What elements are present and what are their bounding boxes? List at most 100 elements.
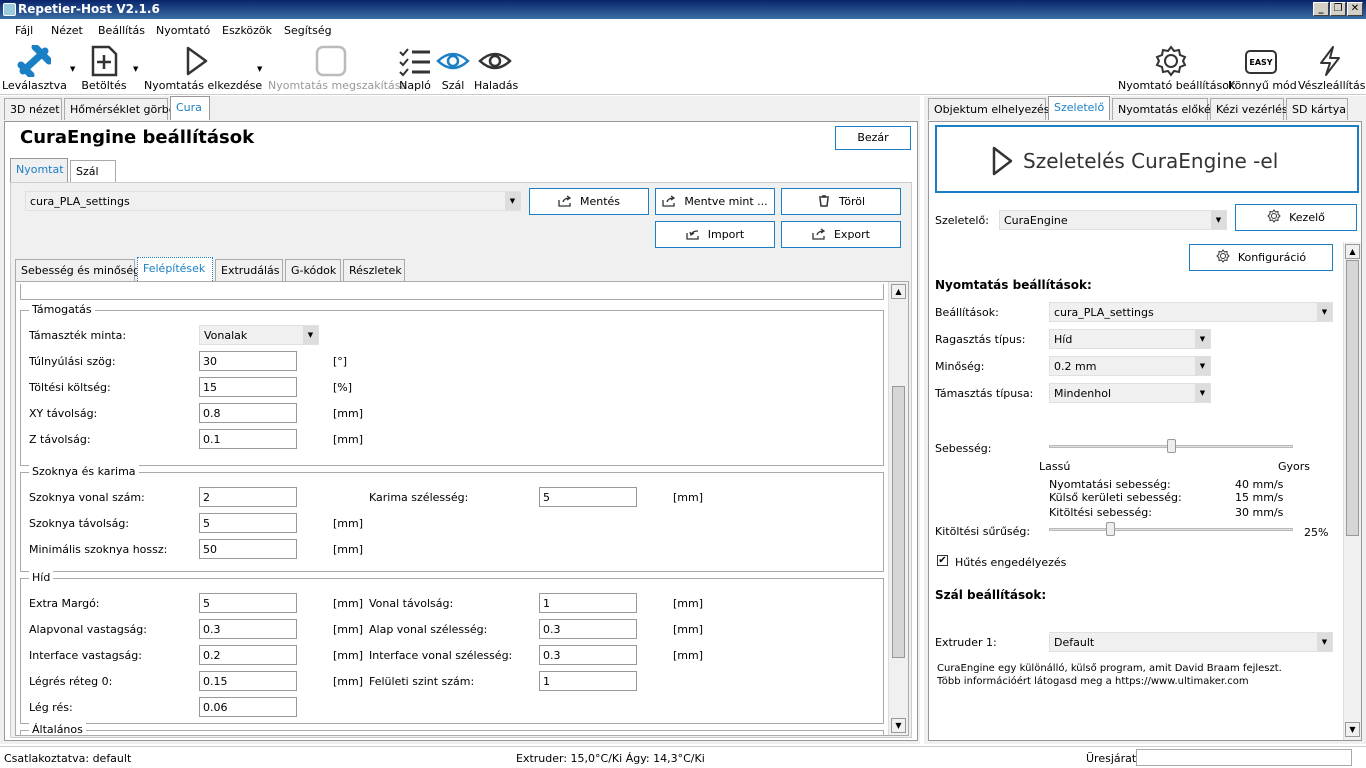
tab-filament[interactable]: Szál	[70, 160, 116, 182]
scroll-thumb[interactable]	[1346, 260, 1359, 536]
stop-print-button[interactable]: Nyomtatás megszakítása	[268, 43, 407, 95]
fill-cost-input[interactable]: 15	[199, 377, 297, 397]
outer-speed-label: Külső kerületi sebesség:	[1049, 491, 1182, 504]
airgap-layer-input[interactable]: 0.15	[199, 671, 297, 691]
menu-help[interactable]: Segítség	[284, 24, 332, 37]
tab-manual-control[interactable]: Kézi vezérlés	[1210, 98, 1288, 120]
checklist-icon	[399, 48, 430, 77]
slicer-scrollbar[interactable]: ▲ ▼	[1343, 242, 1361, 740]
skirt-lines-input[interactable]: 2	[199, 487, 297, 507]
sub-tab-strip: Nyomtat Szál	[10, 158, 910, 184]
tab-details[interactable]: Részletek	[343, 259, 405, 281]
settings-select[interactable]: cura_PLA_settings ▼	[1049, 302, 1333, 322]
disconnect-button[interactable]: Leválasztva	[2, 43, 67, 95]
support-pattern-select[interactable]: Vonalak ▼	[199, 325, 319, 345]
base-width-input[interactable]: 0.3	[539, 619, 637, 639]
air-gap-input[interactable]: 0.06	[199, 697, 297, 717]
easy-badge: EASY	[1249, 58, 1273, 67]
page-title: CuraEngine beállítások	[20, 127, 255, 148]
travel-view-button[interactable]: Haladás	[474, 43, 518, 95]
minimize-button[interactable]: _	[1313, 2, 1329, 16]
cooling-checkbox[interactable]: ✔	[937, 555, 948, 566]
tab-print-preview[interactable]: Nyomtatás előkép	[1112, 98, 1218, 120]
scroll-up-icon[interactable]: ▲	[1345, 244, 1360, 259]
skirt-min-length-input[interactable]: 50	[199, 539, 297, 559]
xy-distance-input[interactable]: 0.8	[199, 403, 297, 423]
surface-layers-label: Felületi szint szám:	[369, 675, 475, 688]
slicer-select[interactable]: CuraEngine ▼	[999, 210, 1227, 230]
close-window-button[interactable]: ✕	[1347, 2, 1363, 16]
menu-bar: Fájl Nézet Beállítás Nyomtató Eszközök S…	[0, 19, 1366, 41]
menu-tools[interactable]: Eszközök	[222, 24, 272, 37]
log-button[interactable]: Napló	[398, 43, 432, 95]
import-button[interactable]: Import	[655, 221, 775, 248]
load-dropdown-icon[interactable]: ▼	[133, 65, 138, 73]
quality-select[interactable]: 0.2 mm ▼	[1049, 356, 1211, 376]
line-distance-input[interactable]: 1	[539, 593, 637, 613]
emergency-stop-button[interactable]: Vészleállítás	[1298, 43, 1365, 95]
extruder-select[interactable]: Default ▼	[1049, 632, 1333, 652]
tab-object-placement[interactable]: Objektum elhelyezése	[928, 98, 1056, 120]
base-thickness-unit: [mm]	[333, 623, 364, 636]
profile-select[interactable]: cura_PLA_settings ▼	[25, 191, 521, 211]
config-button[interactable]: Konfiguráció	[1189, 244, 1333, 271]
tab-3d-view[interactable]: 3D nézet	[4, 98, 62, 120]
restore-button[interactable]: ❐	[1330, 2, 1346, 16]
import-icon	[686, 230, 699, 240]
scroll-down-icon[interactable]: ▼	[1345, 722, 1360, 737]
skirt-distance-input[interactable]: 5	[199, 513, 297, 533]
manage-button[interactable]: Kezelő	[1235, 204, 1357, 231]
close-settings-button[interactable]: Bezár	[835, 126, 911, 150]
adhesion-select[interactable]: Híd ▼	[1049, 329, 1211, 349]
interface-width-input[interactable]: 0.3	[539, 645, 637, 665]
general-group: Általános	[20, 723, 884, 735]
extra-margin-input[interactable]: 5	[199, 593, 297, 613]
menu-printer[interactable]: Nyomtató	[156, 24, 210, 37]
easy-mode-button[interactable]: EASY Könnyű mód	[1228, 43, 1297, 95]
menu-settings[interactable]: Beállítás	[98, 24, 145, 37]
base-thickness-input[interactable]: 0.3	[199, 619, 297, 639]
delete-button[interactable]: Töröl	[781, 188, 901, 215]
tab-temperature-curve[interactable]: Hőmérséklet görbe	[64, 98, 176, 120]
bridge-group: Híd Extra Margó: 5 [mm] Vonal távolság: …	[20, 571, 884, 724]
scroll-up-icon[interactable]: ▲	[891, 284, 906, 299]
tab-extrusion[interactable]: Extrudálás	[215, 259, 283, 281]
status-bar: Csatlakoztatva: default Extruder: 15,0°C…	[0, 746, 1366, 768]
start-print-dropdown-icon[interactable]: ▼	[257, 65, 262, 73]
density-slider[interactable]	[1049, 528, 1293, 531]
speed-slider-thumb[interactable]	[1166, 439, 1176, 453]
support-type-select[interactable]: Mindenhol ▼	[1049, 383, 1211, 403]
tab-print[interactable]: Nyomtat	[10, 158, 68, 182]
z-distance-input[interactable]: 0.1	[199, 429, 297, 449]
tab-structures[interactable]: Felépítések	[137, 257, 213, 281]
menu-view[interactable]: Nézet	[51, 24, 83, 37]
start-print-button[interactable]: Nyomtatás elkezdése	[144, 43, 262, 95]
disconnect-dropdown-icon[interactable]: ▼	[70, 65, 75, 73]
overhang-input[interactable]: 30	[199, 351, 297, 371]
save-button[interactable]: Mentés	[529, 188, 649, 215]
settings-scrollbar[interactable]: ▲ ▼	[888, 282, 908, 735]
filament-view-button[interactable]: Szál	[436, 43, 470, 95]
density-label: Kitöltési sűrűség:	[935, 525, 1031, 538]
load-button[interactable]: Betöltés	[80, 43, 128, 95]
save-as-button[interactable]: Mentve mint ...	[655, 188, 775, 215]
export-button[interactable]: Export	[781, 221, 901, 248]
density-slider-thumb[interactable]	[1105, 522, 1115, 536]
tab-gcodes[interactable]: G-kódok	[285, 259, 341, 281]
scroll-thumb[interactable]	[892, 386, 905, 658]
scroll-down-icon[interactable]: ▼	[891, 718, 906, 733]
support-type-label: Támasztás típusa:	[935, 387, 1034, 400]
tab-cura[interactable]: Cura	[170, 96, 210, 120]
settings-tab-strip: Sebesség és minőség Felépítések Extrudál…	[15, 257, 905, 283]
tab-slicer[interactable]: Szeletelő	[1048, 96, 1110, 120]
printer-settings-button[interactable]: Nyomtató beállítások	[1118, 43, 1235, 95]
print-settings-area: cura_PLA_settings ▼ Mentés Mentve mint ..…	[10, 182, 912, 738]
interface-thickness-input[interactable]: 0.2	[199, 645, 297, 665]
menu-file[interactable]: Fájl	[15, 24, 33, 37]
tab-sd-card[interactable]: SD kártya	[1286, 98, 1348, 120]
chevron-down-icon: ▼	[1317, 633, 1332, 651]
brim-width-input[interactable]: 5	[539, 487, 637, 507]
tab-speed-quality[interactable]: Sebesség és minőség	[15, 259, 140, 281]
surface-layers-input[interactable]: 1	[539, 671, 637, 691]
slice-button[interactable]: Szeletelés CuraEngine -el	[935, 125, 1359, 193]
